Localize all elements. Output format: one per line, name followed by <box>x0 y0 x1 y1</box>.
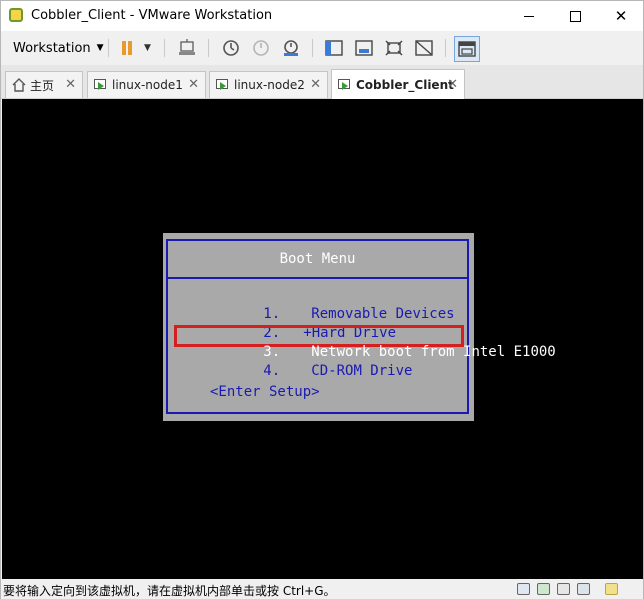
pause-dropdown-icon[interactable]: ▼ <box>144 43 151 53</box>
workstation-menu-label: Workstation <box>13 40 91 56</box>
boot-menu: Boot Menu 1. Removable Devices 2. +Hard Dr… <box>163 233 556 421</box>
send-keys-icon <box>179 39 195 55</box>
vm-icon <box>94 79 108 91</box>
boot-item-label: CD-ROM Drive <box>311 363 413 379</box>
toolbar-divider <box>164 39 165 57</box>
library-icon <box>458 41 476 57</box>
snapshot-manager-button[interactable] <box>281 38 301 58</box>
close-icon: ✕ <box>614 7 628 25</box>
console-view-icon <box>325 40 343 56</box>
unity-icon <box>415 40 433 56</box>
window-title: Cobbler_Client - VMware Workstation <box>31 8 273 23</box>
close-icon[interactable]: ✕ <box>310 77 321 92</box>
tab-home[interactable]: 主页 ✕ <box>5 71 83 98</box>
snapshot-take-icon <box>223 40 239 56</box>
stretch-button[interactable] <box>384 38 404 58</box>
snapshot-manager-icon <box>284 40 298 56</box>
tab-linux-node1[interactable]: linux-node1 ✕ <box>87 71 206 98</box>
tab-label: linux-node2 <box>234 78 305 92</box>
toolbar-divider <box>108 39 109 57</box>
revert-snapshot-button[interactable] <box>251 38 271 58</box>
tab-linux-node2[interactable]: linux-node2 ✕ <box>209 71 328 98</box>
boot-menu-divider <box>168 277 467 279</box>
close-icon[interactable]: ✕ <box>188 77 199 92</box>
tab-cobbler-client[interactable]: Cobbler_Client ✕ <box>331 69 465 99</box>
minimize-button[interactable] <box>506 1 552 31</box>
take-snapshot-button[interactable] <box>221 38 241 58</box>
network-adapter-icon[interactable] <box>537 583 550 595</box>
boot-menu-frame: Boot Menu 1. Removable Devices 2. +Hard Dr… <box>166 239 556 414</box>
console-view-button[interactable] <box>324 38 344 58</box>
toolbar-divider <box>208 39 209 57</box>
status-bar: 要将输入定向到该虚拟机，请在虚拟机内部单击或按 Ctrl+G。 <box>1 579 643 599</box>
vm-icon <box>338 78 352 91</box>
workstation-menu-button[interactable]: Workstation ▼ <box>5 36 112 60</box>
vm-icon <box>216 79 230 91</box>
toolbar-divider <box>312 39 313 57</box>
unity-button[interactable] <box>414 38 434 58</box>
boot-item-number: 4. <box>263 363 281 379</box>
maximize-icon <box>569 10 581 22</box>
close-icon[interactable]: ✕ <box>65 77 76 92</box>
boot-menu-title: Boot Menu <box>279 251 356 267</box>
close-icon[interactable]: ✕ <box>447 77 458 92</box>
enter-setup-option[interactable]: <Enter Setup> <box>210 384 320 400</box>
tab-label: Cobbler_Client <box>356 77 454 92</box>
status-message: 要将输入定向到该虚拟机，请在虚拟机内部单击或按 Ctrl+G。 <box>3 584 336 598</box>
title-bar: Cobbler_Client - VMware Workstation ✕ <box>1 1 643 31</box>
vmware-app-icon <box>9 8 23 22</box>
chevron-down-icon: ▼ <box>96 43 104 53</box>
library-button[interactable] <box>454 36 480 62</box>
stretch-icon <box>385 40 403 56</box>
minimize-icon <box>524 15 534 17</box>
display-icon[interactable] <box>577 583 590 595</box>
vmware-window: Cobbler_Client - VMware Workstation ✕ Wo… <box>0 0 644 599</box>
fullscreen-button[interactable] <box>354 38 374 58</box>
printer-icon[interactable] <box>557 583 570 595</box>
pause-button[interactable] <box>117 38 137 58</box>
hard-disk-icon[interactable] <box>517 583 530 595</box>
close-button[interactable]: ✕ <box>598 1 644 31</box>
maximize-button[interactable] <box>552 1 598 31</box>
snapshot-revert-icon <box>253 40 269 56</box>
home-icon <box>12 78 26 92</box>
toolbar-divider <box>445 39 446 57</box>
boot-item-removable-devices[interactable]: 1. Removable Devices <box>179 290 454 322</box>
boot-item-network-boot[interactable]: 3. Network boot from Intel E1000 <box>179 328 555 360</box>
send-keys-button[interactable] <box>177 38 197 58</box>
fullscreen-icon <box>355 40 373 56</box>
message-log-icon[interactable] <box>605 583 618 595</box>
vm-console[interactable]: Boot Menu 1. Removable Devices 2. +Hard Dr… <box>2 99 643 579</box>
tab-label: linux-node1 <box>112 78 183 92</box>
boot-item-cd-rom[interactable]: 4. CD-ROM Drive <box>179 347 412 379</box>
tab-strip: 主页 ✕ linux-node1 ✕ linux-node2 ✕ Cobbler… <box>1 65 643 99</box>
toolbar: Workstation ▼ ▼ <box>1 31 643 65</box>
tab-label: 主页 <box>30 78 55 93</box>
